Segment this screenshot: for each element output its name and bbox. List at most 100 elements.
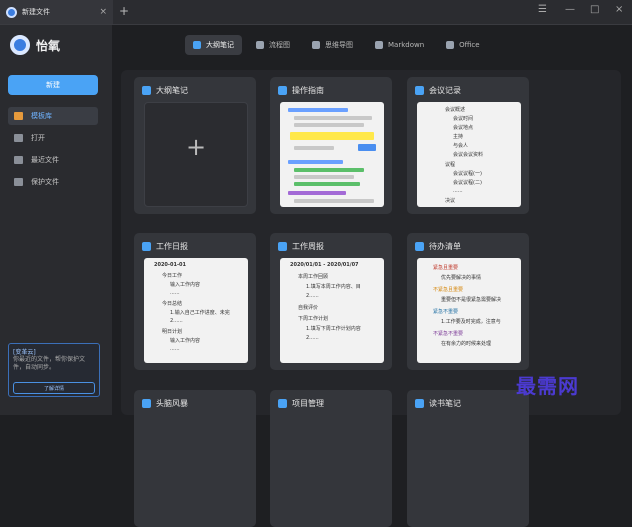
- brand-name: 怡氧: [36, 39, 61, 53]
- menu-icon[interactable]: ☰: [538, 4, 547, 15]
- preview-text: 本周工作回顾: [298, 274, 329, 280]
- card-title: 读书笔记: [429, 399, 461, 408]
- card-title: 会议记录: [429, 86, 461, 95]
- preview-text: 与会人: [453, 143, 469, 149]
- card-header: 项目管理: [278, 398, 324, 409]
- guide-preview: [280, 102, 384, 207]
- tab-label: 流程图: [269, 41, 290, 49]
- card-header: 头脑风暴: [142, 398, 188, 409]
- learn-more-button[interactable]: 了解详情: [13, 382, 95, 394]
- tab-title: 新建文件: [22, 8, 50, 16]
- preview-text: 今日总结: [162, 301, 183, 307]
- tab-label: 思维导图: [325, 41, 353, 49]
- outline-icon: [142, 399, 151, 408]
- card-header: 待办清单: [415, 241, 461, 252]
- template-card-brainstorm[interactable]: 头脑风暴: [134, 390, 256, 527]
- meeting-preview: 会议概述 会议时间 会议地点 主持 与会人 会议会议资料 议程 会议议程(一) …: [417, 102, 521, 207]
- preview-text: 1.工作要及时完成，注意与: [441, 319, 501, 325]
- sidebar-item-protected[interactable]: 保护文件: [8, 173, 98, 191]
- preview-text: 明日计划: [162, 329, 183, 335]
- promo-box: [变革云] 你最近的文件，帮你保护文件，自动同步。 了解详情: [8, 343, 100, 397]
- preview-text: 2020/01/01 - 2020/01/07: [290, 262, 359, 268]
- sidebar-item-label: 模板库: [31, 112, 52, 120]
- preview-text: 重要但不是很紧急需要解决: [441, 297, 502, 303]
- outline-icon: [415, 399, 424, 408]
- preview-text: 会议会议资料: [453, 152, 484, 158]
- preview-text: 不紧急不重要: [433, 331, 464, 337]
- tab-label: Markdown: [388, 41, 425, 49]
- outline-icon: [278, 242, 287, 251]
- card-header: 读书笔记: [415, 398, 461, 409]
- tab-office[interactable]: Office: [438, 35, 487, 55]
- preview-text: 1.输入自己工作进度、未完: [170, 310, 230, 316]
- tab-label: 大纲笔记: [206, 41, 234, 49]
- tab-flowchart[interactable]: 流程图: [248, 35, 298, 55]
- card-title: 工作日报: [156, 242, 188, 251]
- card-header: 操作指南: [278, 85, 324, 96]
- plus-icon: +: [186, 133, 207, 161]
- preview-text: 1.填写本周工作内容、目: [306, 284, 361, 290]
- minimize-button[interactable]: —: [565, 4, 575, 15]
- preview-text: 今日工作: [162, 273, 183, 279]
- preview-text: 下周工作计划: [298, 316, 329, 322]
- new-tab-button[interactable]: +: [119, 4, 129, 18]
- preview-text: 2020-01-01: [154, 262, 186, 268]
- tab-outline[interactable]: 大纲笔记: [185, 35, 242, 55]
- outline-icon: [142, 86, 151, 95]
- preview-text: 输入工作内容: [170, 282, 201, 288]
- preview-text: 输入工作内容: [170, 338, 201, 344]
- preview-text: 议程: [445, 162, 456, 168]
- card-title: 头脑风暴: [156, 399, 188, 408]
- template-card-reading[interactable]: 读书笔记: [407, 390, 529, 527]
- folder-icon: [14, 134, 23, 142]
- template-card-todo[interactable]: 待办清单 紧急且重要 优先要解决的事情 不紧急且重要 重要但不是很紧急需要解决 …: [407, 233, 529, 370]
- preview-text: 决议: [445, 198, 456, 204]
- sidebar-item-label: 保护文件: [31, 178, 59, 186]
- template-card-outline[interactable]: 大纲笔记 +: [134, 77, 256, 214]
- card-header: 会议记录: [415, 85, 461, 96]
- sidebar-item-templates[interactable]: 模板库: [8, 107, 98, 125]
- sidebar-item-open[interactable]: 打开: [8, 129, 98, 147]
- template-card-weekly[interactable]: 工作周报 2020/01/01 - 2020/01/07 本周工作回顾 1.填写…: [270, 233, 392, 370]
- close-tab-icon[interactable]: ×: [99, 7, 107, 17]
- new-button[interactable]: 新建: [8, 75, 98, 95]
- card-header: 大纲笔记: [142, 85, 188, 96]
- outline-icon: [415, 86, 424, 95]
- preview-text: ......: [453, 188, 463, 194]
- preview-text: 不紧急且重要: [433, 287, 464, 293]
- tab-markdown[interactable]: Markdown: [367, 35, 432, 55]
- template-card-meeting[interactable]: 会议记录 会议概述 会议时间 会议地点 主持 与会人 会议会议资料 议程 会议议…: [407, 77, 529, 214]
- tab-mindmap[interactable]: 思维导图: [304, 35, 361, 55]
- preview-text: ......: [170, 290, 180, 296]
- main-area: 大纲笔记 流程图 思维导图 Markdown Office 大纲笔记 + 操作指…: [113, 25, 632, 527]
- preview-text: 紧急不重要: [433, 309, 459, 315]
- preview-text: 自我评价: [298, 305, 319, 311]
- preview-text: 2......: [306, 335, 319, 341]
- preview-text: 优先要解决的事情: [441, 275, 482, 281]
- sidebar-item-recent[interactable]: 最近文件: [8, 151, 98, 169]
- document-tab[interactable]: 新建文件 ×: [0, 0, 113, 24]
- card-title: 操作指南: [292, 86, 324, 95]
- weekly-preview: 2020/01/01 - 2020/01/07 本周工作回顾 1.填写本周工作内…: [280, 258, 384, 363]
- sidebar: 怡氧 新建 模板库 打开 最近文件 保护文件 [变革云] 你最近的文件，帮你保护…: [0, 25, 112, 415]
- template-card-project[interactable]: 项目管理: [270, 390, 392, 527]
- template-card-daily[interactable]: 工作日报 2020-01-01 今日工作 输入工作内容 ...... 今日总结 …: [134, 233, 256, 370]
- promo-title: [变革云]: [13, 349, 36, 356]
- template-icon: [14, 112, 23, 120]
- title-bar: 新建文件 × + ☰ — □ ×: [0, 0, 632, 25]
- shield-icon: [14, 178, 23, 186]
- preview-text: 会议概述: [445, 107, 466, 113]
- blank-template[interactable]: +: [144, 102, 248, 207]
- outline-icon: [193, 41, 201, 49]
- maximize-button[interactable]: □: [590, 4, 599, 15]
- outline-icon: [278, 399, 287, 408]
- close-window-button[interactable]: ×: [615, 4, 623, 15]
- outline-icon: [415, 242, 424, 251]
- card-title: 待办清单: [429, 242, 461, 251]
- preview-text: ......: [170, 346, 180, 352]
- watermark: 最需网: [516, 374, 579, 398]
- card-header: 工作日报: [142, 241, 188, 252]
- recent-icon: [14, 156, 23, 164]
- template-card-guide[interactable]: 操作指南: [270, 77, 392, 214]
- preview-text: 会议议程(一): [453, 171, 482, 177]
